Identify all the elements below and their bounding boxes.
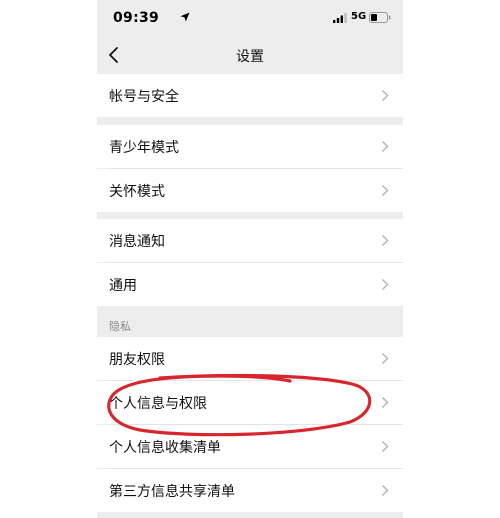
chevron-right-icon xyxy=(382,185,389,196)
chevron-right-icon xyxy=(382,141,389,152)
chevron-right-icon xyxy=(382,441,389,452)
settings-item-label: 个人信息与权限 xyxy=(109,396,207,412)
nav-bar: 设置 xyxy=(97,36,403,74)
settings-item-label: 关怀模式 xyxy=(109,184,165,200)
location-arrow-icon xyxy=(180,12,190,22)
settings-item-label: 朋友权限 xyxy=(109,352,165,368)
settings-item-personal-info-collection[interactable]: 个人信息收集清单 xyxy=(97,425,403,468)
section-header-privacy: 隐私 xyxy=(109,320,131,333)
settings-item-personal-info-permissions[interactable]: 个人信息与权限 xyxy=(97,381,403,424)
settings-item-label: 个人信息收集清单 xyxy=(109,440,221,456)
settings-item-label: 第三方信息共享清单 xyxy=(109,484,235,500)
chevron-right-icon xyxy=(382,90,389,101)
chevron-right-icon xyxy=(382,279,389,290)
settings-item-account-security[interactable]: 帐号与安全 xyxy=(97,74,403,117)
settings-item-label: 消息通知 xyxy=(109,234,165,250)
network-type: 5G xyxy=(351,11,367,22)
settings-item-label: 通用 xyxy=(109,278,137,294)
chevron-right-icon xyxy=(382,235,389,246)
chevron-right-icon xyxy=(382,397,389,408)
settings-item-general[interactable]: 通用 xyxy=(97,263,403,306)
chevron-right-icon xyxy=(382,485,389,496)
chevron-right-icon xyxy=(382,353,389,364)
settings-item-teen-mode[interactable]: 青少年模式 xyxy=(97,125,403,168)
signal-bars-icon xyxy=(333,13,347,23)
settings-item-label: 帐号与安全 xyxy=(109,89,179,105)
settings-item-third-party-sharing[interactable]: 第三方信息共享清单 xyxy=(97,469,403,512)
settings-item-label: 青少年模式 xyxy=(109,140,179,156)
settings-item-care-mode[interactable]: 关怀模式 xyxy=(97,169,403,212)
status-time: 09:39 xyxy=(113,10,160,26)
settings-item-friend-permissions[interactable]: 朋友权限 xyxy=(97,337,403,380)
settings-screen: 09:39 5G 设置 帐号与安全 青少年模式 关怀模式 消息通知 通用 隐私 … xyxy=(97,0,403,518)
status-bar: 09:39 5G xyxy=(97,0,403,36)
page-title: 设置 xyxy=(236,49,264,65)
battery-icon xyxy=(369,12,391,23)
settings-item-notifications[interactable]: 消息通知 xyxy=(97,219,403,262)
